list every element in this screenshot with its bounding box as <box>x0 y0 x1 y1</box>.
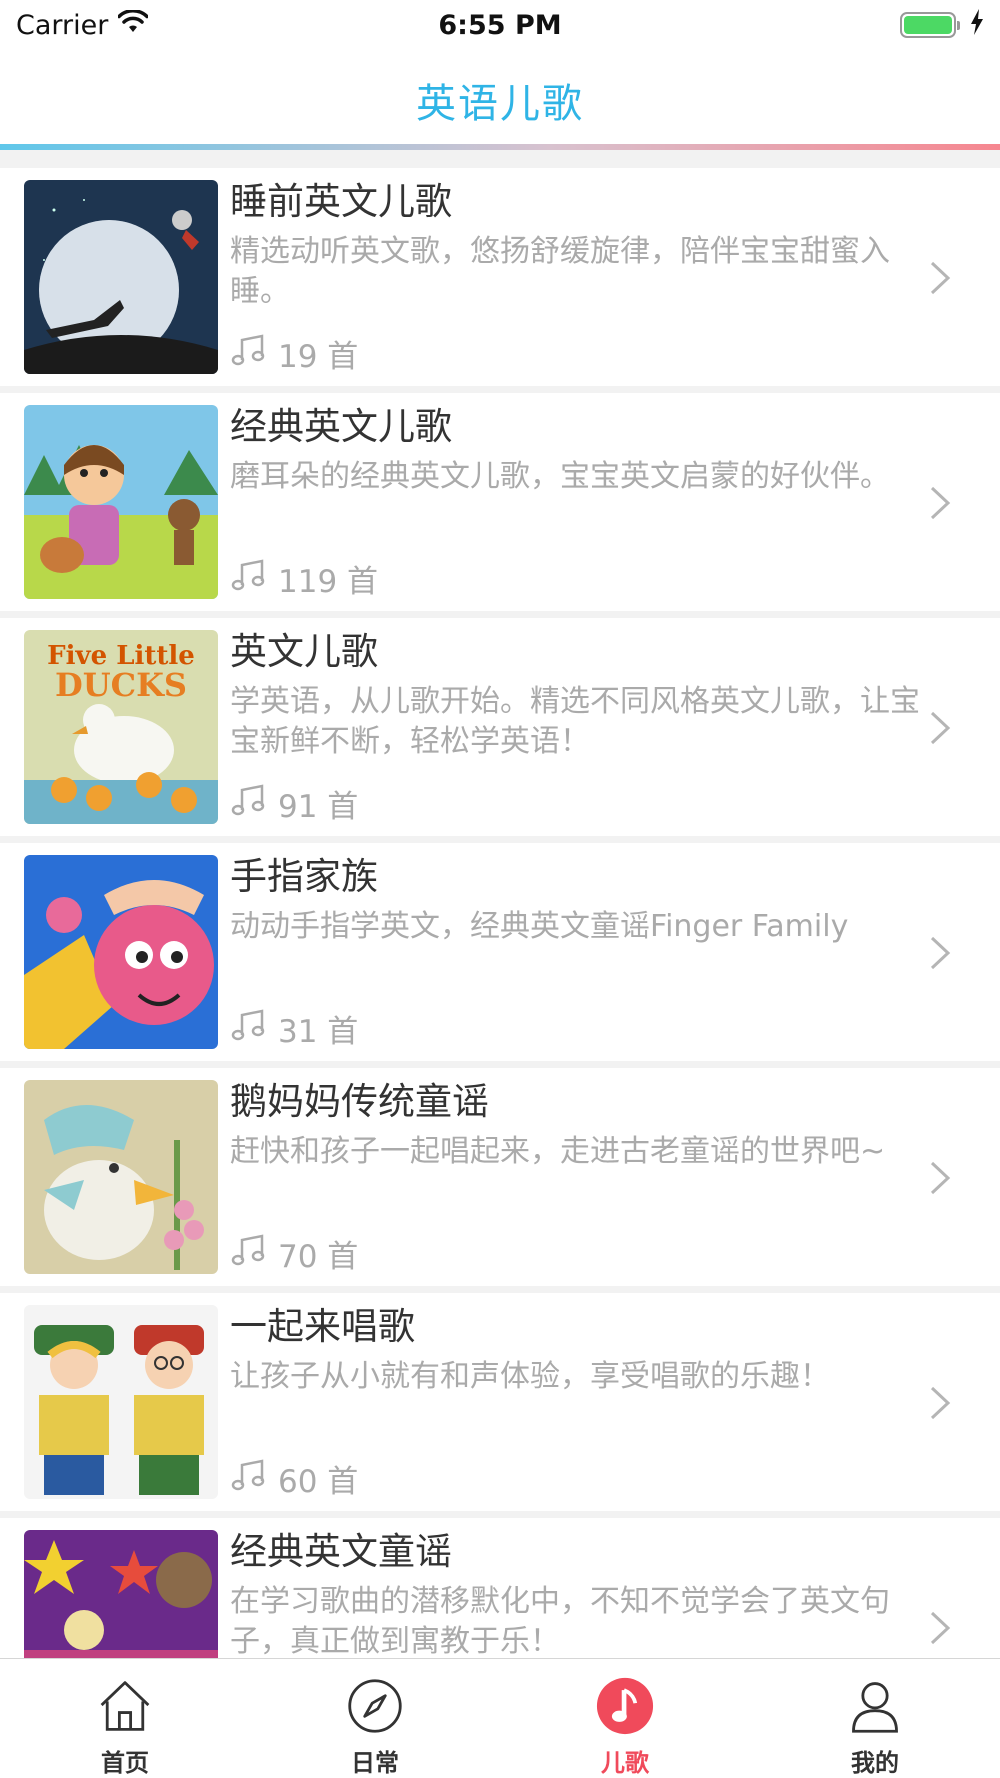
tab-label: 首页 <box>101 1749 149 1777</box>
song-count-label: 70 首 <box>278 1239 359 1275</box>
row-body: 经典英文童谣 在学习歌曲的潜移默化中，不知不觉学会了英文句子，真正做到寓教于乐！ <box>230 1528 920 1658</box>
chevron-right-icon <box>930 711 951 745</box>
nav-gradient-line <box>0 144 1000 150</box>
song-count: 31 首 <box>230 1006 358 1051</box>
chevron-right-icon <box>930 1161 951 1195</box>
cover-image <box>24 405 218 599</box>
tab-label: 儿歌 <box>601 1749 649 1777</box>
songlist-title: 一起来唱歌 <box>230 1305 415 1348</box>
music-note-icon <box>596 1677 654 1735</box>
tab-songs[interactable]: 儿歌 <box>500 1659 750 1778</box>
cover-image <box>24 1530 218 1658</box>
songlist-title: 手指家族 <box>230 855 378 898</box>
songlist-description: 动动手指学英文，经典英文童谣Finger Family <box>230 909 849 944</box>
songlist-title: 鹅妈妈传统童谣 <box>230 1080 489 1123</box>
wifi-icon <box>117 8 150 41</box>
songlist-description: 让孩子从小就有和声体验，享受唱歌的乐趣！ <box>230 1359 830 1394</box>
tab-label: 我的 <box>851 1749 899 1777</box>
songlist-description: 精选动听英文歌，悠扬舒缓旋律，陪伴宝宝甜蜜入睡。 <box>230 234 890 309</box>
tab-home[interactable]: 首页 <box>0 1659 250 1778</box>
song-count: 60 首 <box>230 1456 358 1501</box>
list-item[interactable]: 鹅妈妈传统童谣 赶快和孩子一起唱起来，走进古老童谣的世界吧~ 70 首 <box>0 1068 1000 1286</box>
battery-icon <box>900 12 960 38</box>
song-count-label: 19 首 <box>278 339 359 375</box>
row-body: 一起来唱歌 让孩子从小就有和声体验，享受唱歌的乐趣！ 60 首 <box>230 1303 920 1503</box>
songlist-description: 磨耳朵的经典英文儿歌，宝宝英文启蒙的好伙伴。 <box>230 459 890 494</box>
list-item[interactable]: 睡前英文儿歌 精选动听英文歌，悠扬舒缓旋律，陪伴宝宝甜蜜入睡。 19 首 <box>0 168 1000 386</box>
battery-fill <box>904 16 952 34</box>
status-bar: Carrier 6:55 PM <box>0 0 1000 50</box>
list-item[interactable]: 一起来唱歌 让孩子从小就有和声体验，享受唱歌的乐趣！ 60 首 <box>0 1293 1000 1511</box>
song-count-label: 91 首 <box>278 789 359 825</box>
song-count: 91 首 <box>230 781 358 826</box>
music-note-icon <box>230 1232 266 1276</box>
song-count: 19 首 <box>230 331 358 376</box>
row-body: 手指家族 动动手指学英文，经典英文童谣Finger Family 31 首 <box>230 853 920 1053</box>
carrier-label: Carrier <box>16 9 109 41</box>
cover-image <box>24 180 218 374</box>
music-note-icon <box>230 332 266 376</box>
cover-image: Five Little DUCKS <box>24 630 218 824</box>
compass-icon <box>348 1679 402 1733</box>
music-note-icon <box>230 782 266 826</box>
songlist-title: 经典英文儿歌 <box>230 405 452 448</box>
cover-image <box>24 1305 218 1499</box>
chevron-right-icon <box>930 1386 951 1420</box>
tab-label: 日常 <box>351 1749 399 1777</box>
row-body: 鹅妈妈传统童谣 赶快和孩子一起唱起来，走进古老童谣的世界吧~ 70 首 <box>230 1078 920 1278</box>
chevron-right-icon <box>930 261 951 295</box>
song-count: 119 首 <box>230 556 378 601</box>
cover-image <box>24 1080 218 1274</box>
cover-text-line-2: DUCKS <box>55 666 187 704</box>
list-item[interactable]: 手指家族 动动手指学英文，经典英文童谣Finger Family 31 首 <box>0 843 1000 1061</box>
status-right <box>900 8 984 42</box>
song-count-label: 31 首 <box>278 1014 359 1050</box>
status-left: Carrier <box>16 8 150 41</box>
cover-image <box>24 855 218 1049</box>
music-note-icon <box>230 1007 266 1051</box>
song-count-label: 119 首 <box>278 564 379 600</box>
page-title: 英语儿歌 <box>416 81 584 127</box>
chevron-right-icon <box>930 486 951 520</box>
tab-bar: 首页 日常 儿歌 我的 <box>0 1658 1000 1778</box>
nav-bar: 英语儿歌 <box>0 50 1000 150</box>
tab-mine[interactable]: 我的 <box>750 1659 1000 1778</box>
music-note-icon <box>230 1457 266 1501</box>
chevron-right-icon <box>930 1611 951 1645</box>
row-body: 经典英文儿歌 磨耳朵的经典英文儿歌，宝宝英文启蒙的好伙伴。 119 首 <box>230 403 920 603</box>
list-item[interactable]: 经典英文儿歌 磨耳朵的经典英文儿歌，宝宝英文启蒙的好伙伴。 119 首 <box>0 393 1000 611</box>
song-count-label: 60 首 <box>278 1464 359 1500</box>
song-count: 70 首 <box>230 1231 358 1276</box>
list-item[interactable]: Five Little DUCKS 英文儿歌 学英语，从儿歌开始。精选不同风格英… <box>0 618 1000 836</box>
person-icon <box>852 1682 898 1733</box>
chevron-right-icon <box>930 936 951 970</box>
home-icon <box>100 1681 150 1731</box>
songlist-description: 在学习歌曲的潜移默化中，不知不觉学会了英文句子，真正做到寓教于乐！ <box>230 1584 890 1658</box>
songlist-description: 赶快和孩子一起唱起来，走进古老童谣的世界吧~ <box>230 1134 886 1169</box>
songlist-title: 睡前英文儿歌 <box>230 180 452 223</box>
songlist-description: 学英语，从儿歌开始。精选不同风格英文儿歌，让宝宝新鲜不断，轻松学英语！ <box>230 684 920 759</box>
row-body: 英文儿歌 学英语，从儿歌开始。精选不同风格英文儿歌，让宝宝新鲜不断，轻松学英语！… <box>230 628 920 828</box>
tab-daily[interactable]: 日常 <box>250 1659 500 1778</box>
songlist-title: 英文儿歌 <box>230 630 378 673</box>
status-time: 6:55 PM <box>438 9 562 41</box>
list-item[interactable]: 经典英文童谣 在学习歌曲的潜移默化中，不知不觉学会了英文句子，真正做到寓教于乐！ <box>0 1518 1000 1658</box>
music-note-icon <box>230 557 266 601</box>
charging-icon <box>970 8 984 42</box>
row-body: 睡前英文儿歌 精选动听英文歌，悠扬舒缓旋律，陪伴宝宝甜蜜入睡。 19 首 <box>230 178 920 378</box>
songlist-title: 经典英文童谣 <box>230 1530 452 1573</box>
songlist-list[interactable]: 睡前英文儿歌 精选动听英文歌，悠扬舒缓旋律，陪伴宝宝甜蜜入睡。 19 首 经典英… <box>0 168 1000 1658</box>
